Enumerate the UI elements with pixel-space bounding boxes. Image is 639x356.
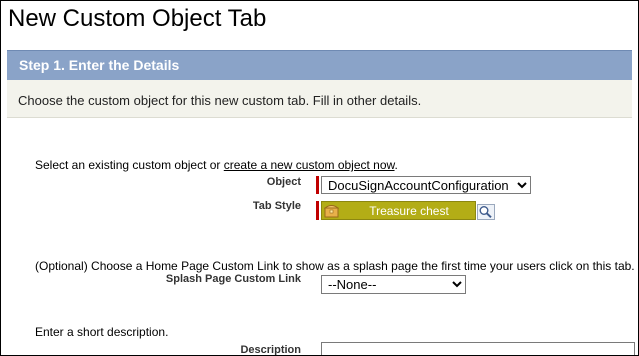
tab-style-value: Treasure chest <box>369 204 449 218</box>
description-prompt: Enter a short description. <box>35 325 169 339</box>
tab-style-label: Tab Style <box>252 200 301 212</box>
required-indicator <box>316 176 319 194</box>
object-label: Object <box>266 176 301 188</box>
object-select[interactable]: DocuSignAccountConfiguration <box>321 176 531 194</box>
page-title: New Custom Object Tab <box>8 5 267 32</box>
window-frame: New Custom Object Tab Step 1. Enter the … <box>0 0 639 356</box>
step-header-label: Step 1. Enter the Details <box>19 57 180 73</box>
intro-box: Choose the custom object for this new cu… <box>7 80 632 118</box>
object-prompt-prefix: Select an existing custom object or <box>35 158 224 172</box>
description-label: Description <box>240 344 301 356</box>
treasure-chest-icon <box>324 205 339 218</box>
object-prompt-suffix: . <box>394 158 398 172</box>
object-prompt: Select an existing custom object or crea… <box>35 158 398 172</box>
splash-prompt: (Optional) Choose a Home Page Custom Lin… <box>35 259 635 273</box>
step-header: Step 1. Enter the Details <box>7 50 632 80</box>
intro-text: Choose the custom object for this new cu… <box>18 93 422 108</box>
required-indicator <box>316 201 319 220</box>
splash-select[interactable]: --None-- <box>321 275 466 294</box>
magnifier-icon[interactable] <box>477 204 495 220</box>
description-input[interactable] <box>321 342 635 355</box>
splash-label: Splash Page Custom Link <box>165 273 301 285</box>
create-custom-object-link[interactable]: create a new custom object now <box>224 158 395 172</box>
tab-style-field[interactable]: Treasure chest <box>321 201 476 220</box>
